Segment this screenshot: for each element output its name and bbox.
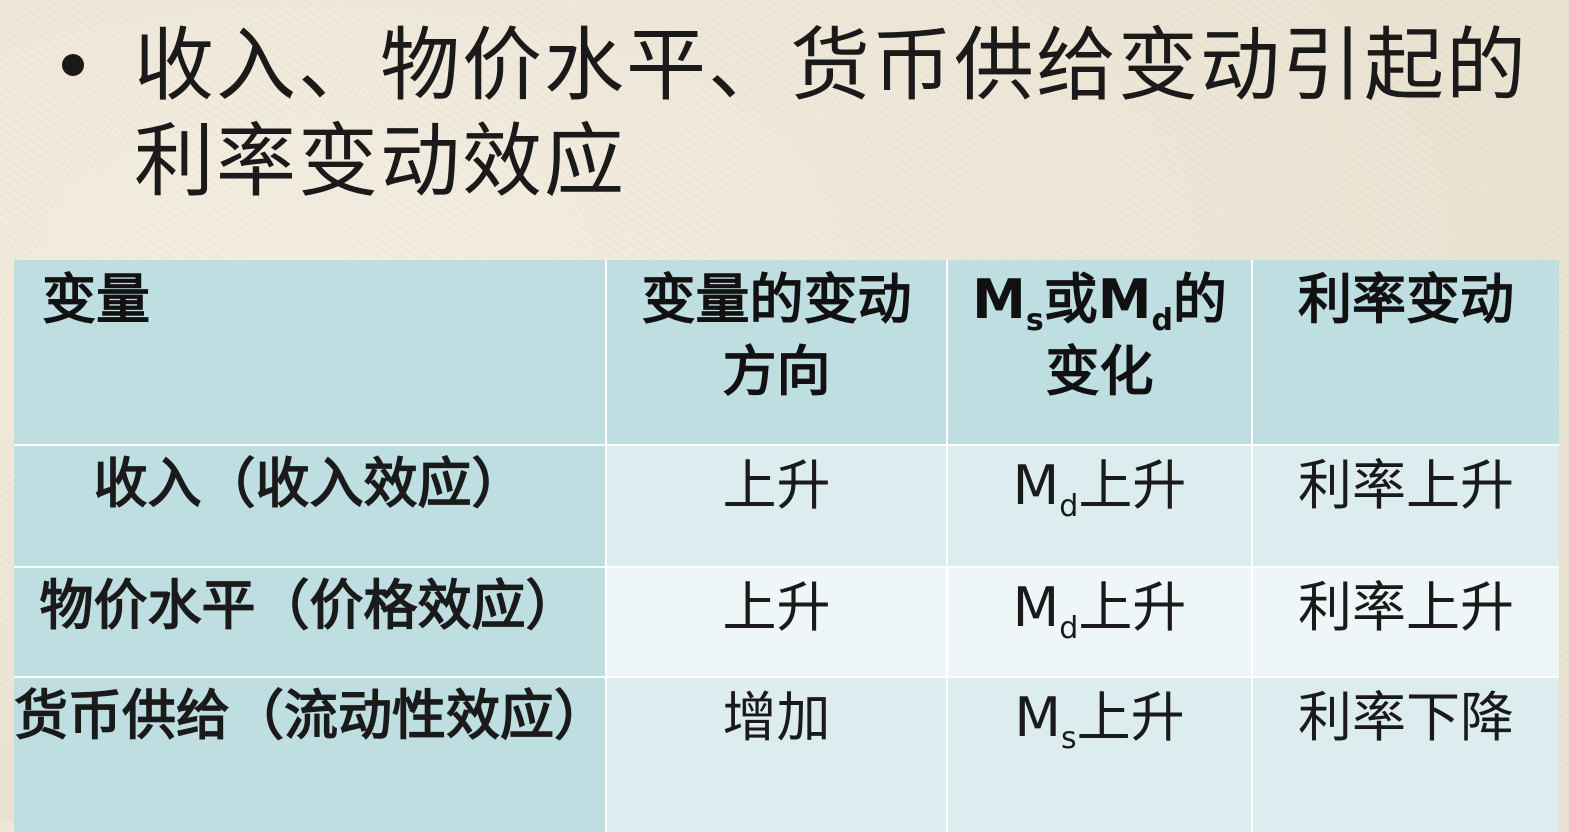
interest-rate-effect-table: 变量 变量的变动 方向 Ms或Md的 变化 利率变动 收入（收入效应） 上升 M… xyxy=(14,260,1559,832)
row-variable: 收入（收入效应） xyxy=(14,445,607,568)
row-rate-change: 利率上升 xyxy=(1252,445,1559,568)
header-or: 或 xyxy=(1043,268,1098,331)
row-variable: 货币供给（流动性效应） xyxy=(14,677,608,832)
title-line-1: 收入、物价水平、货币供给变动引起的 xyxy=(134,19,1528,112)
table-row: 物价水平（价格效应） 上升 Md上升 利率上升 xyxy=(14,567,1559,678)
table-row: 货币供给（流动性效应） 增加 Ms上升 利率下降 xyxy=(14,677,1559,832)
row-direction: 上升 xyxy=(606,567,948,678)
header-direction: 变量的变动 方向 xyxy=(606,260,948,446)
header-money-change: Ms或Md的 变化 xyxy=(947,260,1253,446)
header-change-line2: 变化 xyxy=(1045,340,1154,403)
header-direction-line2: 方向 xyxy=(722,340,831,403)
header-m-s: Ms xyxy=(972,268,1044,338)
header-variable: 变量 xyxy=(14,260,607,446)
header-direction-line1: 变量的变动 xyxy=(641,268,912,331)
row-rate-change: 利率上升 xyxy=(1252,567,1559,678)
row-rate-change: 利率下降 xyxy=(1252,677,1559,832)
header-m-d: Md xyxy=(1097,268,1173,338)
table-header-row: 变量 变量的变动 方向 Ms或Md的 变化 利率变动 xyxy=(14,260,1559,446)
row-variable: 物价水平（价格效应） xyxy=(14,567,607,678)
table-row: 收入（收入效应） 上升 Md上升 利率上升 xyxy=(14,445,1559,568)
header-rate-change: 利率变动 xyxy=(1252,260,1559,446)
header-de: 的 xyxy=(1172,268,1227,331)
row-money-change: Md上升 xyxy=(947,445,1253,568)
row-money-change: Ms上升 xyxy=(947,677,1253,832)
bullet-dot-icon xyxy=(62,54,84,76)
title-line-2: 利率变动效应 xyxy=(134,115,626,208)
row-money-change: Md上升 xyxy=(947,567,1253,678)
row-direction: 增加 xyxy=(606,677,948,832)
slide-title: 收入、物价水平、货币供给变动引起的 利率变动效应 xyxy=(62,18,1528,210)
row-direction: 上升 xyxy=(606,445,948,568)
